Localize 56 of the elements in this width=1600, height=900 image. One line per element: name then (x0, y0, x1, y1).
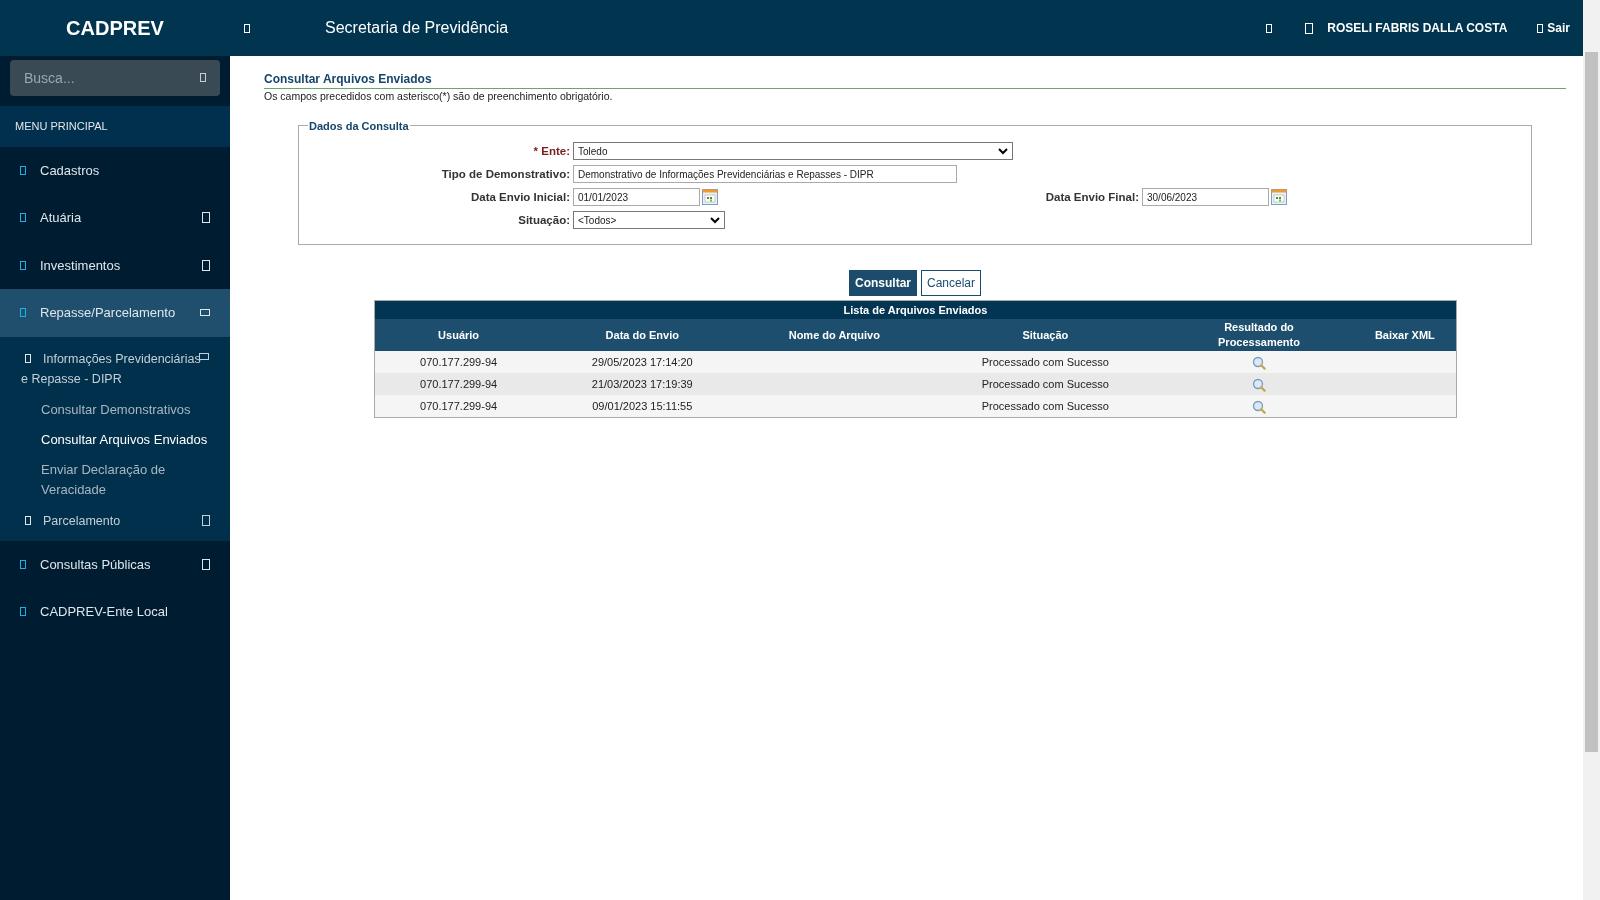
field-label: Tipo de Demonstrativo: (440, 166, 571, 182)
required-note: Os campos precedidos com asterisco(*) são de preenchimento obrigatório. (264, 89, 614, 104)
text-field[interactable]: Demonstrativo de Informações Previdenciárias e Repasses - DIPR (573, 165, 957, 184)
magnifier-icon[interactable] (1252, 399, 1266, 414)
page-title: Consultar Arquivos Enviados (264, 70, 1566, 89)
scrollbar-thumb[interactable] (1585, 52, 1598, 752)
field-label: * Ente: (532, 143, 571, 159)
menu-item[interactable]: Cadastros (0, 146, 230, 194)
table-cell: 070.177.299-94 (374, 373, 543, 396)
field-label: Situação: (517, 212, 571, 228)
scrollbar[interactable] (1583, 0, 1600, 900)
date-field[interactable]: 01/01/2023 (573, 188, 700, 207)
column-header: Situação (926, 319, 1165, 352)
brand-logo[interactable]: CADPREV (0, 13, 230, 43)
table-cell: Processado com Sucesso (926, 395, 1165, 418)
table-cell: 070.177.299-94 (374, 395, 543, 418)
select-field[interactable]: Toledo (573, 142, 1013, 161)
cancel-button[interactable]: Cancelar (921, 269, 981, 296)
field-label: Data Envio Inicial: (469, 189, 571, 205)
user-name: ROSELI FABRIS DALLA COSTA (1327, 20, 1508, 37)
search-button[interactable]: Consultar (848, 269, 917, 296)
column-header: Usuário (374, 319, 543, 352)
submenu-link[interactable]: Enviar Declaração de Veracidade (0, 454, 230, 505)
search-field[interactable]: Busca... (10, 60, 220, 96)
magnifier-icon[interactable] (1252, 356, 1266, 371)
column-header: Resultado do Processamento (1164, 319, 1354, 352)
column-header: Nome do Arquivo (742, 319, 927, 352)
calendar-icon[interactable] (702, 189, 718, 206)
calendar-icon[interactable] (1271, 189, 1287, 206)
date-field[interactable]: 30/06/2023 (1142, 188, 1269, 207)
menu-item[interactable]: Investimentos (0, 241, 230, 289)
menu-item[interactable]: Atuária (0, 194, 230, 242)
app-title: Secretaria de Previdência (325, 18, 509, 38)
table-cell: 21/03/2023 17:19:39 (542, 373, 743, 396)
submenu-link[interactable]: Consultar Arquivos Enviados (0, 424, 230, 455)
menu-item[interactable]: Consultas Públicas (0, 540, 230, 588)
logout-link[interactable]: Sair (1537, 19, 1570, 37)
table-cell: 29/05/2023 17:14:20 (542, 351, 743, 374)
table-cell: Processado com Sucesso (926, 351, 1165, 374)
field-label: Data Envio Final: (1045, 189, 1140, 205)
submenu-link[interactable]: Consultar Demonstrativos (0, 394, 230, 425)
table-cell: 09/01/2023 15:11:55 (542, 395, 743, 418)
menu-heading: MENU PRINCIPAL (0, 106, 230, 147)
menu-item[interactable]: Repasse/Parcelamento (0, 289, 230, 337)
table-title: Lista de Arquivos Enviados (374, 300, 1457, 320)
table-cell: Processado com Sucesso (926, 373, 1165, 396)
submenu-item[interactable]: Informações Previdenciárias e Repasse - DIPR (0, 342, 230, 395)
table-cell: 070.177.299-94 (374, 351, 543, 374)
select-field[interactable]: <Todos> (573, 211, 725, 230)
column-header: Data do Envio (542, 319, 743, 352)
menu-item[interactable]: CADPREV-Ente Local (0, 588, 230, 636)
column-header: Baixar XML (1353, 319, 1457, 352)
submenu-item[interactable]: Parcelamento (0, 504, 230, 537)
chevron-icon (998, 147, 1008, 155)
magnifier-icon[interactable] (1252, 378, 1266, 393)
chevron-icon (710, 216, 720, 224)
